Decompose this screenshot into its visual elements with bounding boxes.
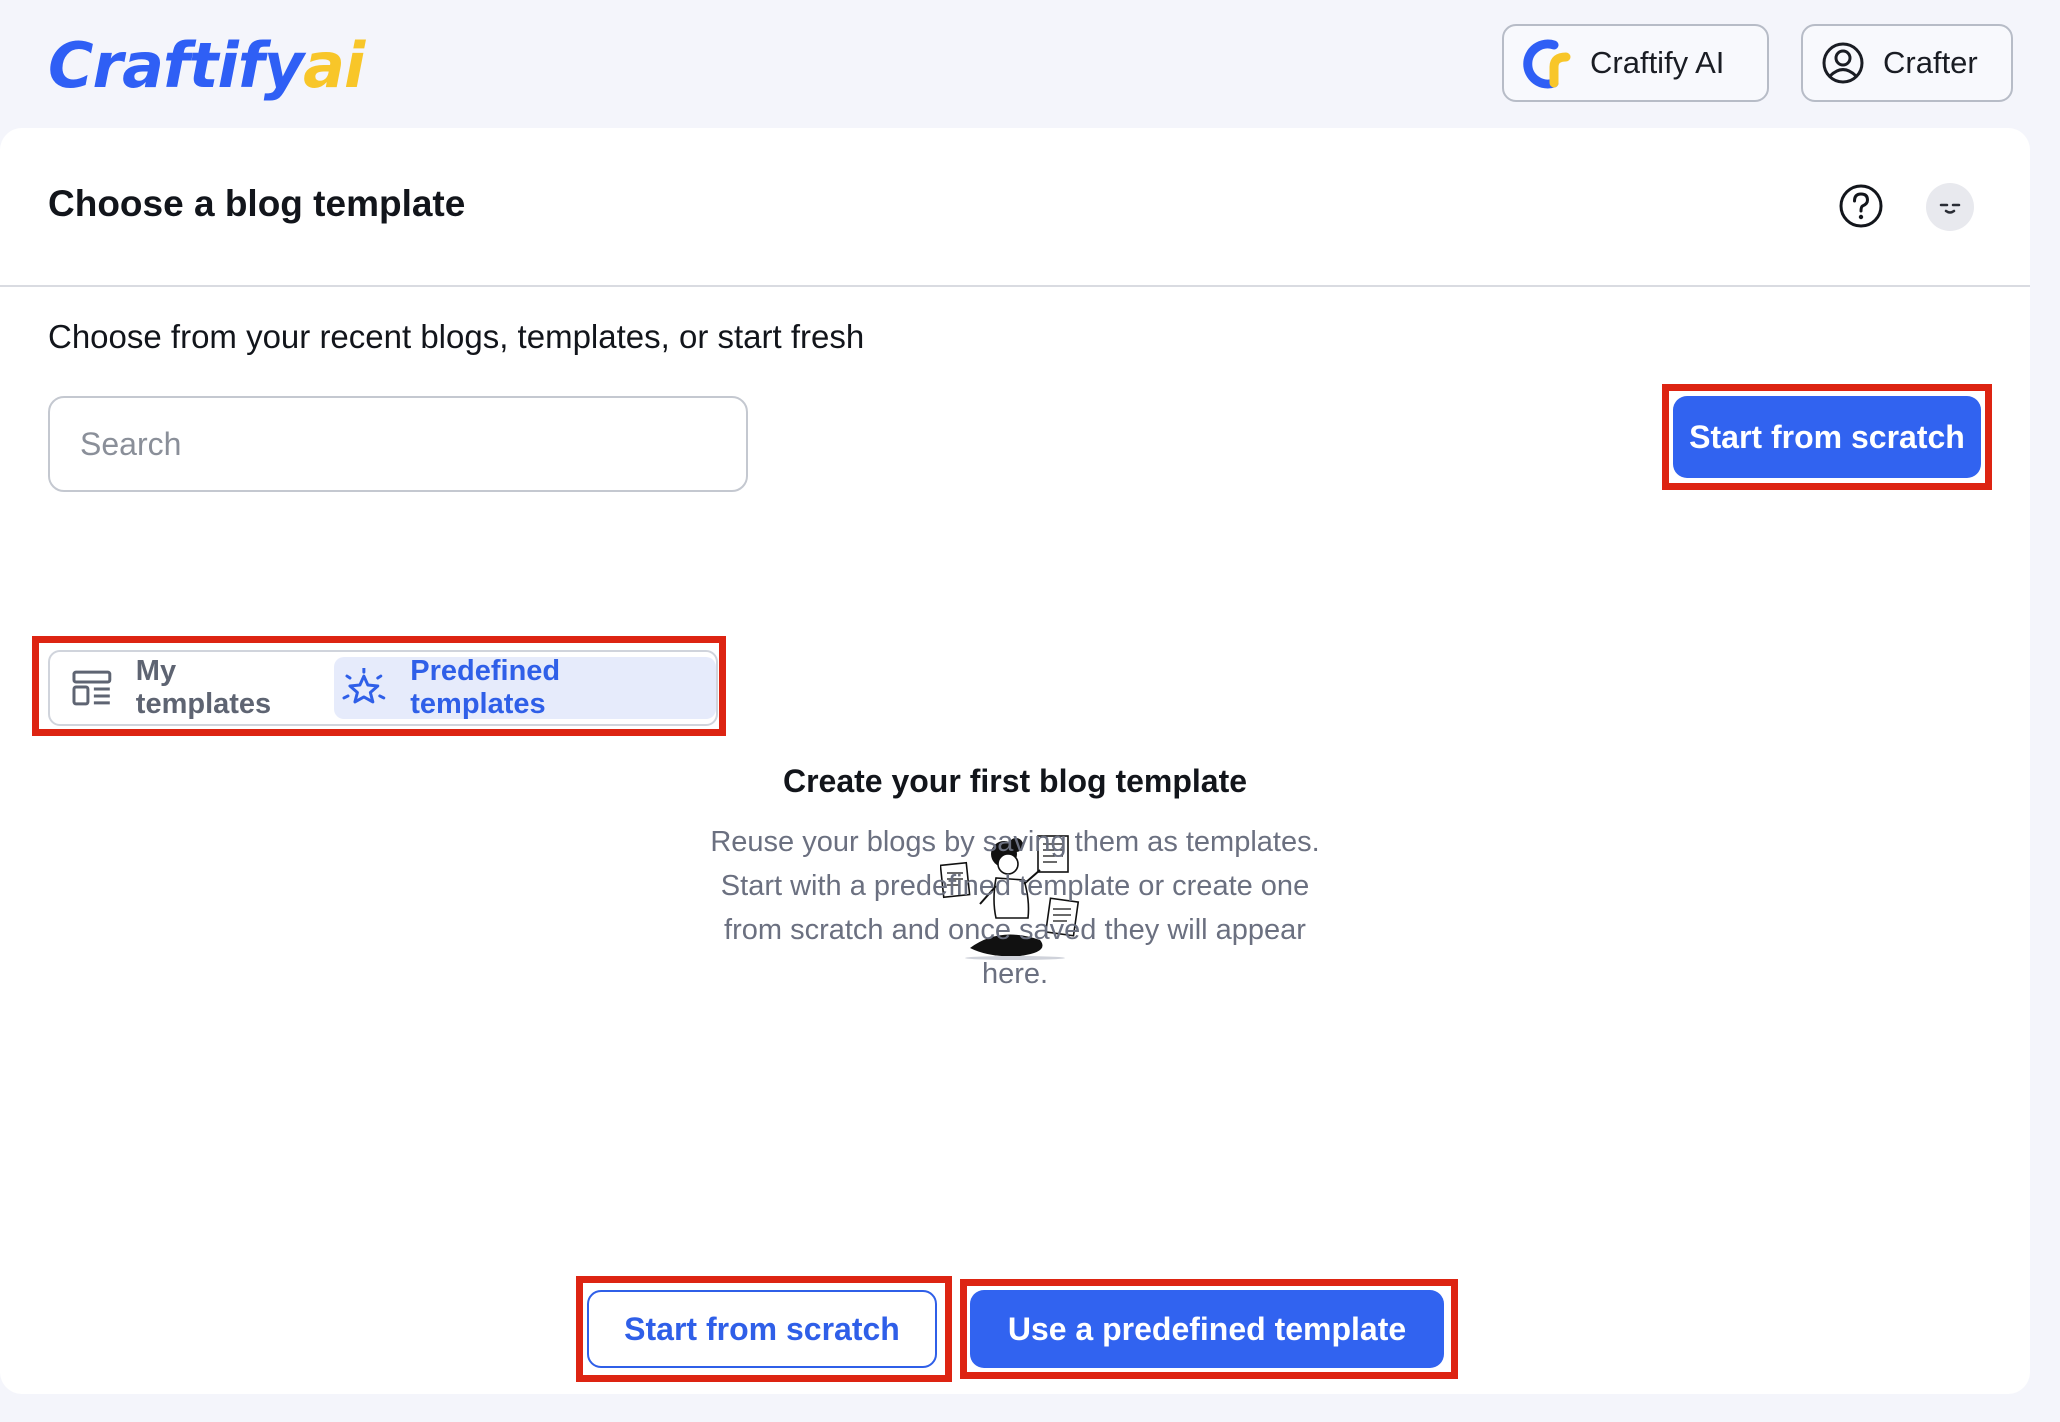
- empty-state-description-line: Reuse your blogs by saving them as templ…: [710, 826, 1320, 858]
- empty-state-description-line: Start with a predefined template or crea…: [720, 870, 1310, 902]
- template-chooser-panel: Choose a blog template Choose from your …: [0, 128, 2030, 1394]
- start-from-scratch-button[interactable]: Start from scratch: [1673, 396, 1981, 478]
- avatar[interactable]: [1926, 183, 1974, 231]
- use-predefined-template-button[interactable]: Use a predefined template: [970, 1290, 1444, 1368]
- tab-my-templates-label: My templates: [135, 655, 272, 720]
- layout-icon: [72, 670, 112, 706]
- panel-header: Choose a blog template: [0, 128, 2030, 287]
- search-input[interactable]: [48, 396, 748, 492]
- sparkle-star-icon: [342, 668, 386, 704]
- help-icon[interactable]: [1838, 183, 1884, 229]
- craftify-ai-button[interactable]: Craftify AI: [1502, 24, 1769, 102]
- tab-predefined-templates[interactable]: Predefined templates: [334, 655, 716, 720]
- user-menu-button[interactable]: Crafter: [1801, 24, 2013, 102]
- empty-state-description-line: from scratch and once saved they will ap…: [724, 914, 1306, 946]
- empty-state-title: Create your first blog template: [782, 763, 1248, 799]
- empty-state-description: Reuse your blogs by saving them as templ…: [690, 820, 1340, 996]
- template-tabs: My templates Predefined templates: [48, 650, 718, 726]
- craftify-ai-label: Craftify AI: [1590, 45, 1725, 80]
- page-title: Choose a blog template: [48, 183, 466, 224]
- face-icon: [1939, 203, 1961, 214]
- logo-wordmark: Craftify: [48, 29, 304, 102]
- craftify-c-icon: [1523, 39, 1571, 89]
- tab-predefined-templates-label: Predefined templates: [410, 655, 561, 720]
- tab-my-templates[interactable]: My templates: [64, 655, 332, 720]
- craftify-logo[interactable]: Craftifyai: [48, 26, 365, 106]
- user-name-label: Crafter: [1883, 45, 1978, 80]
- user-circle-icon: [1822, 42, 1864, 84]
- logo-ai-mark: ai: [303, 29, 365, 102]
- empty-state-description-line: here.: [981, 958, 1049, 990]
- page-subtitle: Choose from your recent blogs, templates…: [48, 318, 865, 355]
- top-bar: Craftifyai Craftify AI Crafter: [0, 0, 2060, 128]
- start-from-scratch-secondary-button[interactable]: Start from scratch: [587, 1290, 937, 1368]
